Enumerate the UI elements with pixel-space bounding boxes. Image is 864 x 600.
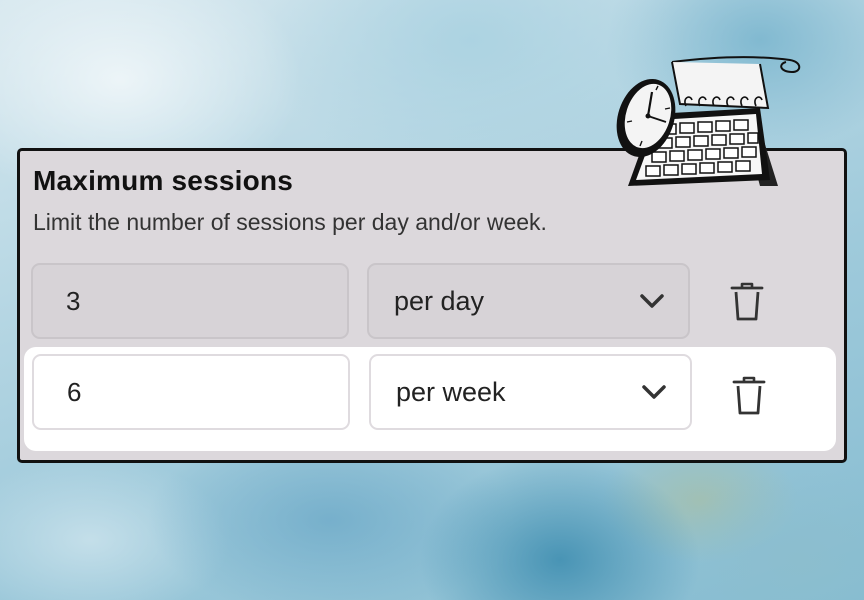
panel-title: Maximum sessions [33,165,293,196]
chevron-down-icon [640,294,664,308]
period-select[interactable]: per day [367,263,690,339]
period-select-value: per week [396,377,506,407]
period-select-value: per day [394,286,485,316]
trash-icon[interactable] [729,282,765,322]
calendar-clock-illustration [616,56,801,186]
chevron-down-icon [642,385,666,399]
session-count-input[interactable]: 6 [32,354,350,430]
session-rule-row: 3 per day [20,257,844,347]
max-sessions-panel: Maximum sessions Limit the number of ses… [17,148,847,463]
session-count-input[interactable]: 3 [31,263,349,339]
period-select[interactable]: per week [369,354,692,430]
session-rule-row: 6 per week [24,347,836,451]
panel-subtitle: Limit the number of sessions per day and… [33,209,547,235]
trash-icon[interactable] [731,376,767,416]
